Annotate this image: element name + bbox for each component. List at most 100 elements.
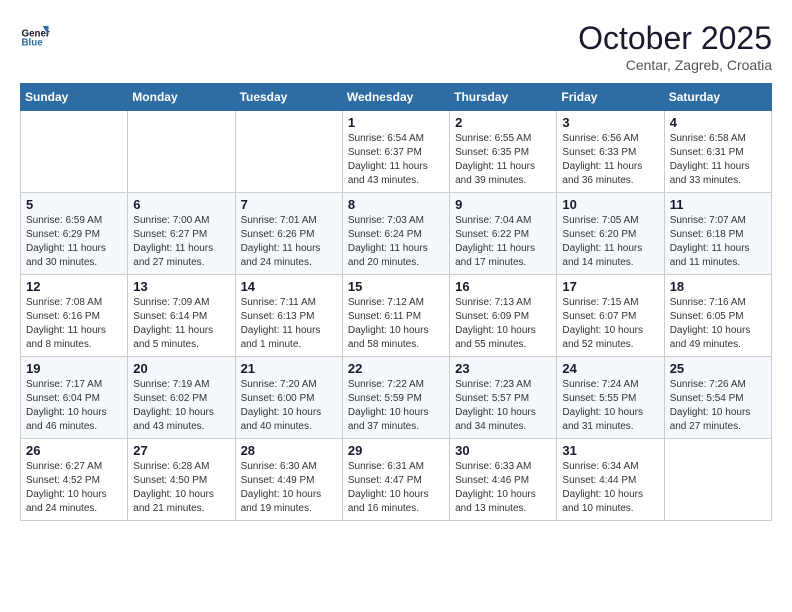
day-info: Sunrise: 7:08 AM Sunset: 6:16 PM Dayligh… [26, 296, 122, 352]
calendar-week-5: 26 Sunrise: 6:27 AM Sunset: 4:52 PM Dayli… [21, 439, 772, 521]
calendar-cell: 22 Sunrise: 7:22 AM Sunset: 5:59 PM Dayli… [342, 357, 449, 439]
calendar-cell: 31 Sunrise: 6:34 AM Sunset: 4:44 PM Dayli… [557, 439, 664, 521]
calendar-cell: 2Sunrise: 6:55 AM Sunset: 6:35 PM Daylig… [450, 111, 557, 193]
day-number: 18 [670, 279, 766, 294]
day-number: 10 [562, 197, 658, 212]
calendar-table: SundayMondayTuesdayWednesdayThursdayFrid… [20, 83, 772, 521]
day-number: 3 [562, 115, 658, 130]
location-subtitle: Centar, Zagreb, Croatia [578, 57, 772, 73]
svg-text:Blue: Blue [22, 38, 44, 49]
calendar-cell: 5 Sunrise: 6:59 AM Sunset: 6:29 PM Daylig… [21, 193, 128, 275]
day-info: Sunrise: 7:22 AM Sunset: 5:59 PM Dayligh… [348, 378, 444, 434]
day-number: 1 [348, 115, 444, 130]
day-info: Sunrise: 7:23 AM Sunset: 5:57 PM Dayligh… [455, 378, 551, 434]
calendar-header-friday: Friday [557, 84, 664, 111]
day-info: Sunrise: 7:26 AM Sunset: 5:54 PM Dayligh… [670, 378, 766, 434]
calendar-header-thursday: Thursday [450, 84, 557, 111]
title-block: October 2025 Centar, Zagreb, Croatia [578, 20, 772, 73]
day-info: Sunrise: 7:19 AM Sunset: 6:02 PM Dayligh… [133, 378, 229, 434]
calendar-cell: 14Sunrise: 7:11 AM Sunset: 6:13 PM Dayli… [235, 275, 342, 357]
calendar-header-tuesday: Tuesday [235, 84, 342, 111]
day-number: 22 [348, 361, 444, 376]
calendar-cell: 26 Sunrise: 6:27 AM Sunset: 4:52 PM Dayli… [21, 439, 128, 521]
calendar-cell: 6Sunrise: 7:00 AM Sunset: 6:27 PM Daylig… [128, 193, 235, 275]
calendar-cell: 29 Sunrise: 6:31 AM Sunset: 4:47 PM Dayli… [342, 439, 449, 521]
calendar-cell: 3 Sunrise: 6:56 AM Sunset: 6:33 PM Daylig… [557, 111, 664, 193]
day-info: Sunrise: 7:09 AM Sunset: 6:14 PM Dayligh… [133, 296, 229, 352]
calendar-cell: 4 Sunrise: 6:58 AM Sunset: 6:31 PM Daylig… [664, 111, 771, 193]
day-number: 5 [26, 197, 122, 212]
day-number: 7 [241, 197, 337, 212]
calendar-cell: 18 Sunrise: 7:16 AM Sunset: 6:05 PM Dayli… [664, 275, 771, 357]
day-number: 28 [241, 443, 337, 458]
calendar-cell: 27Sunrise: 6:28 AM Sunset: 4:50 PM Dayli… [128, 439, 235, 521]
day-number: 24 [562, 361, 658, 376]
month-title: October 2025 [578, 20, 772, 57]
calendar-cell: 12 Sunrise: 7:08 AM Sunset: 6:16 PM Dayli… [21, 275, 128, 357]
calendar-header-wednesday: Wednesday [342, 84, 449, 111]
day-number: 17 [562, 279, 658, 294]
day-info: Sunrise: 7:04 AM Sunset: 6:22 PM Dayligh… [455, 214, 551, 270]
calendar-cell: 1 Sunrise: 6:54 AM Sunset: 6:37 PM Daylig… [342, 111, 449, 193]
day-info: Sunrise: 7:24 AM Sunset: 5:55 PM Dayligh… [562, 378, 658, 434]
day-number: 8 [348, 197, 444, 212]
day-info: Sunrise: 6:58 AM Sunset: 6:31 PM Dayligh… [670, 132, 766, 188]
calendar-header-row: SundayMondayTuesdayWednesdayThursdayFrid… [21, 84, 772, 111]
day-info: Sunrise: 6:56 AM Sunset: 6:33 PM Dayligh… [562, 132, 658, 188]
day-info: Sunrise: 6:59 AM Sunset: 6:29 PM Dayligh… [26, 214, 122, 270]
calendar-week-2: 5 Sunrise: 6:59 AM Sunset: 6:29 PM Daylig… [21, 193, 772, 275]
day-info: Sunrise: 7:16 AM Sunset: 6:05 PM Dayligh… [670, 296, 766, 352]
logo: General Blue [20, 20, 50, 50]
calendar-cell [21, 111, 128, 193]
day-info: Sunrise: 6:54 AM Sunset: 6:37 PM Dayligh… [348, 132, 444, 188]
day-number: 13 [133, 279, 229, 294]
day-number: 29 [348, 443, 444, 458]
calendar-week-1: 1 Sunrise: 6:54 AM Sunset: 6:37 PM Daylig… [21, 111, 772, 193]
calendar-cell [664, 439, 771, 521]
calendar-cell: 7 Sunrise: 7:01 AM Sunset: 6:26 PM Daylig… [235, 193, 342, 275]
day-info: Sunrise: 7:07 AM Sunset: 6:18 PM Dayligh… [670, 214, 766, 270]
day-number: 9 [455, 197, 551, 212]
calendar-header-saturday: Saturday [664, 84, 771, 111]
day-info: Sunrise: 6:31 AM Sunset: 4:47 PM Dayligh… [348, 460, 444, 516]
calendar-week-3: 12 Sunrise: 7:08 AM Sunset: 6:16 PM Dayli… [21, 275, 772, 357]
calendar-cell: 28 Sunrise: 6:30 AM Sunset: 4:49 PM Dayli… [235, 439, 342, 521]
calendar-cell: 23Sunrise: 7:23 AM Sunset: 5:57 PM Dayli… [450, 357, 557, 439]
calendar-cell: 17Sunrise: 7:15 AM Sunset: 6:07 PM Dayli… [557, 275, 664, 357]
day-number: 16 [455, 279, 551, 294]
day-number: 12 [26, 279, 122, 294]
day-info: Sunrise: 6:27 AM Sunset: 4:52 PM Dayligh… [26, 460, 122, 516]
header: General Blue October 2025 Centar, Zagreb… [20, 20, 772, 73]
calendar-cell: 25 Sunrise: 7:26 AM Sunset: 5:54 PM Dayli… [664, 357, 771, 439]
calendar-cell: 20 Sunrise: 7:19 AM Sunset: 6:02 PM Dayli… [128, 357, 235, 439]
day-number: 19 [26, 361, 122, 376]
day-info: Sunrise: 6:55 AM Sunset: 6:35 PM Dayligh… [455, 132, 551, 188]
day-number: 20 [133, 361, 229, 376]
calendar-cell: 19 Sunrise: 7:17 AM Sunset: 6:04 PM Dayli… [21, 357, 128, 439]
calendar-cell: 24 Sunrise: 7:24 AM Sunset: 5:55 PM Dayli… [557, 357, 664, 439]
day-number: 4 [670, 115, 766, 130]
calendar-cell: 13 Sunrise: 7:09 AM Sunset: 6:14 PM Dayli… [128, 275, 235, 357]
day-number: 21 [241, 361, 337, 376]
calendar-cell: 15Sunrise: 7:12 AM Sunset: 6:11 PM Dayli… [342, 275, 449, 357]
day-number: 11 [670, 197, 766, 212]
day-info: Sunrise: 7:17 AM Sunset: 6:04 PM Dayligh… [26, 378, 122, 434]
calendar-cell [235, 111, 342, 193]
calendar-cell: 9 Sunrise: 7:04 AM Sunset: 6:22 PM Daylig… [450, 193, 557, 275]
calendar-week-4: 19 Sunrise: 7:17 AM Sunset: 6:04 PM Dayli… [21, 357, 772, 439]
calendar-header-monday: Monday [128, 84, 235, 111]
day-info: Sunrise: 7:00 AM Sunset: 6:27 PM Dayligh… [133, 214, 229, 270]
day-info: Sunrise: 7:11 AM Sunset: 6:13 PM Dayligh… [241, 296, 337, 352]
day-info: Sunrise: 7:12 AM Sunset: 6:11 PM Dayligh… [348, 296, 444, 352]
day-number: 27 [133, 443, 229, 458]
calendar-cell: 21Sunrise: 7:20 AM Sunset: 6:00 PM Dayli… [235, 357, 342, 439]
day-number: 30 [455, 443, 551, 458]
day-info: Sunrise: 6:33 AM Sunset: 4:46 PM Dayligh… [455, 460, 551, 516]
day-number: 26 [26, 443, 122, 458]
day-number: 31 [562, 443, 658, 458]
day-number: 25 [670, 361, 766, 376]
day-info: Sunrise: 6:34 AM Sunset: 4:44 PM Dayligh… [562, 460, 658, 516]
day-info: Sunrise: 7:05 AM Sunset: 6:20 PM Dayligh… [562, 214, 658, 270]
day-info: Sunrise: 7:01 AM Sunset: 6:26 PM Dayligh… [241, 214, 337, 270]
day-info: Sunrise: 6:30 AM Sunset: 4:49 PM Dayligh… [241, 460, 337, 516]
